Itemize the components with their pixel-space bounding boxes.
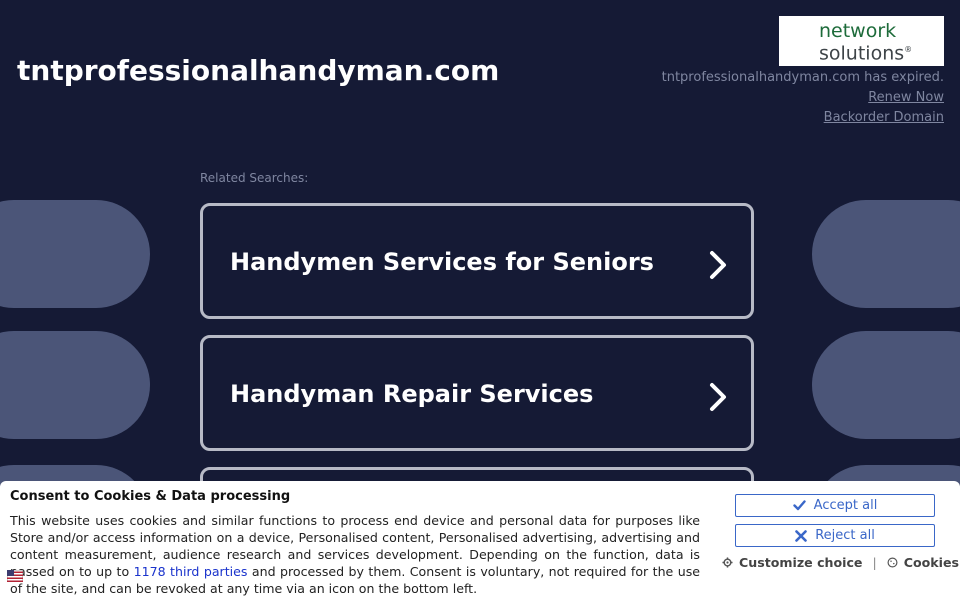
consent-body: This website uses cookies and similar fu… — [10, 513, 700, 596]
gear-icon — [722, 557, 733, 568]
customize-choice-link[interactable]: Customize choice — [739, 555, 862, 570]
decorative-blob — [812, 331, 960, 439]
checkmark-icon — [792, 500, 806, 511]
backorder-domain-link[interactable]: Backorder Domain — [824, 110, 944, 125]
related-search-label: Handyman Repair Services — [230, 380, 594, 408]
expired-message: tntprofessionalhandyman.com has expired. — [661, 70, 944, 85]
network-solutions-logo[interactable]: network solutions® — [779, 16, 944, 66]
reject-all-button[interactable]: Reject all — [735, 524, 935, 547]
consent-title: Consent to Cookies & Data processing — [10, 489, 291, 504]
cookie-icon — [887, 557, 898, 568]
reject-all-label: Reject all — [815, 528, 875, 543]
link-separator: | — [872, 555, 877, 570]
accept-all-button[interactable]: Accept all — [735, 494, 935, 517]
related-searches-label: Related Searches: — [200, 171, 309, 185]
consent-secondary-links: Customize choice | Cookies — [722, 555, 959, 570]
cookie-consent-banner: Consent to Cookies & Data processing Thi… — [0, 481, 960, 600]
parked-domain-page: tntprofessionalhandyman.com network solu… — [0, 0, 960, 600]
domain-title: tntprofessionalhandyman.com — [17, 54, 500, 87]
logo-line-2: solutions® — [819, 42, 913, 65]
x-icon — [795, 529, 807, 542]
decorative-blob — [812, 200, 960, 308]
third-parties-link[interactable]: 1178 third parties — [134, 564, 248, 579]
cookies-link[interactable]: Cookies — [904, 555, 959, 570]
decorative-blob — [0, 331, 150, 439]
related-search-label: Handymen Services for Seniors — [230, 248, 654, 276]
decorative-blob — [0, 200, 150, 308]
logo-line-1: network — [819, 20, 897, 42]
chevron-right-icon — [710, 383, 726, 411]
flag-icon[interactable] — [7, 570, 23, 582]
related-search-item[interactable]: Handymen Services for Seniors — [200, 203, 754, 319]
accept-all-label: Accept all — [813, 498, 878, 513]
related-search-item[interactable]: Handyman Repair Services — [200, 335, 754, 451]
chevron-right-icon — [710, 251, 726, 279]
renew-now-link[interactable]: Renew Now — [868, 90, 944, 105]
